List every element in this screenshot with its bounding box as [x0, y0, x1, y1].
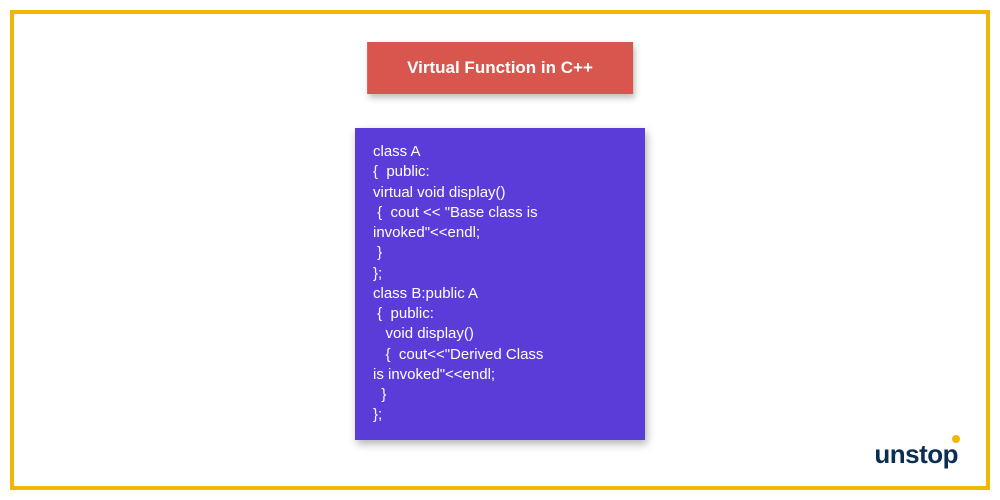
- brand-logo-text: unstop: [874, 439, 958, 469]
- title-banner: Virtual Function in C++: [367, 42, 633, 94]
- brand-logo: unstop: [874, 439, 958, 470]
- brand-logo-dot: [952, 435, 960, 443]
- code-block: class A { public: virtual void display()…: [355, 128, 645, 440]
- content-frame: Virtual Function in C++ class A { public…: [10, 10, 990, 490]
